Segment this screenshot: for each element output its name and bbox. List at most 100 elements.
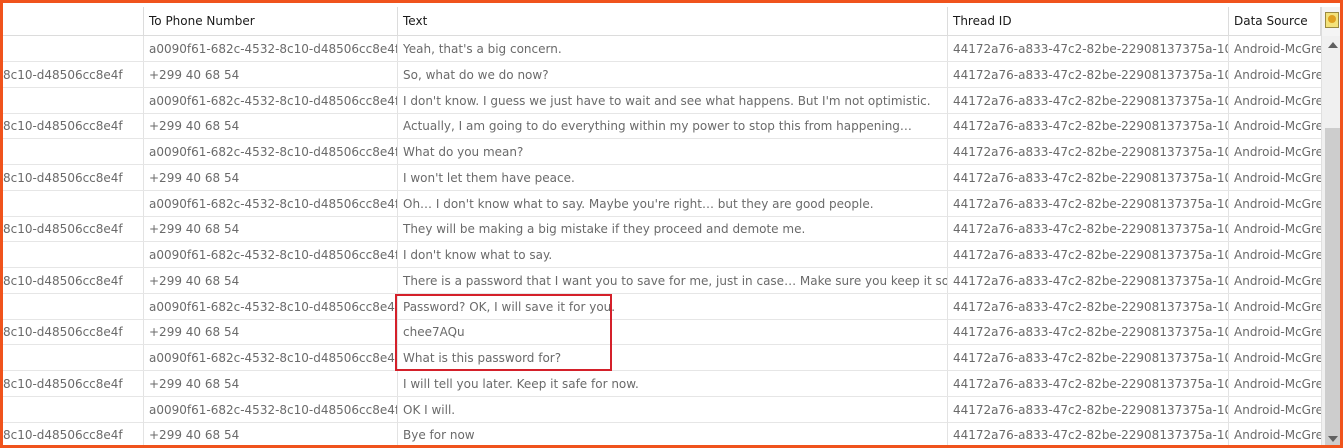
table-row[interactable]: a0090f61-682c-4532-8c10-d48506cc8e4f What… (3, 345, 1321, 371)
cell-text: What is this password for? (398, 345, 948, 370)
arrow-down-icon[interactable] (1328, 436, 1338, 442)
cell-to-phone-number: +299 40 68 54 (144, 164, 398, 190)
cell-from (3, 36, 144, 61)
messages-grid: To Phone Number Text Thread ID Data Sour… (3, 7, 1321, 445)
cell-from-text: 2-8c10-d48506cc8e4f (3, 119, 123, 134)
cell-data-source: Android-McGree (1234, 170, 1321, 185)
cell-thread-id: 44172a76-a833-47c2-82be-22908137375a-10 (948, 293, 1229, 319)
cell-to-phone-number: a0090f61-682c-4532-8c10-d48506cc8e4f (144, 139, 398, 164)
table-row[interactable]: a0090f61-682c-4532-8c10-d48506cc8e4f I do… (3, 87, 1321, 114)
cell-to-phone-number: a0090f61-682c-4532-8c10-d48506cc8e4f (144, 190, 398, 216)
cell-to-phone-number: a0090f61-682c-4532-8c10-d48506cc8e4f (144, 36, 398, 61)
cell-data-source: Android-McGree (1234, 273, 1321, 288)
cell-from: 2-8c10-d48506cc8e4f (3, 113, 144, 139)
cell-to-phone-number: a0090f61-682c-4532-8c10-d48506cc8e4f (144, 293, 398, 319)
column-header-text[interactable]: Text (398, 7, 948, 35)
cell-text: Oh… I don't know what to say. Maybe you'… (398, 190, 948, 216)
cell-text: Bye for now (398, 422, 948, 445)
table-row[interactable]: a0090f61-682c-4532-8c10-d48506cc8e4f What… (3, 139, 1321, 165)
table-row[interactable]: 2-8c10-d48506cc8e4f +299 40 68 54 Actually… (3, 113, 1321, 140)
cell-thread-id: 44172a76-a833-47c2-82be-22908137375a-10 (948, 190, 1229, 216)
cell-to-phone-number: +299 40 68 54 (144, 422, 398, 445)
cell-to-phone-number: +299 40 68 54 (144, 370, 398, 396)
arrow-up-icon[interactable] (1328, 42, 1338, 48)
cell-text: chee7AQu (398, 319, 948, 345)
table-row[interactable]: a0090f61-682c-4532-8c10-d48506cc8e4f Pass… (3, 293, 1321, 320)
cell-from: 2-8c10-d48506cc8e4f (3, 216, 144, 242)
cell-text: I won't let them have peace. (398, 164, 948, 190)
cell-from: 2-8c10-d48506cc8e4f (3, 370, 144, 396)
table-row[interactable]: 2-8c10-d48506cc8e4f +299 40 68 54 Bye for … (3, 422, 1321, 445)
cell-to-phone-number: +299 40 68 54 (144, 319, 398, 345)
cell-data-source: Android-McGree (1234, 248, 1321, 262)
cell-thread-id: 44172a76-a833-47c2-82be-22908137375a-10 (948, 36, 1229, 61)
cell-thread-id: 44172a76-a833-47c2-82be-22908137375a-10 (948, 319, 1229, 345)
cell-thread-id: 44172a76-a833-47c2-82be-22908137375a-10 (948, 216, 1229, 242)
cell-data-source: Android-McGree (1234, 402, 1321, 417)
cell-data-source: Android-McGree (1234, 119, 1321, 134)
cell-text: OK I will. (398, 396, 948, 422)
table-row[interactable]: a0090f61-682c-4532-8c10-d48506cc8e4f Yeah… (3, 36, 1321, 62)
cell-text: I don't know. I guess we just have to wa… (398, 87, 948, 113)
cell-data-source: Android-McGree (1234, 42, 1321, 56)
cell-thread-id: 44172a76-a833-47c2-82be-22908137375a-10 (948, 267, 1229, 293)
cell-text: Yeah, that's a big concern. (398, 36, 948, 61)
cell-to-phone-number: a0090f61-682c-4532-8c10-d48506cc8e4f (144, 87, 398, 113)
table-row[interactable]: 2-8c10-d48506cc8e4f +299 40 68 54 There is… (3, 267, 1321, 294)
cell-to-phone-number: a0090f61-682c-4532-8c10-d48506cc8e4f (144, 242, 398, 267)
cell-from-text: 2-8c10-d48506cc8e4f (3, 376, 123, 391)
cell-to-phone-number: +299 40 68 54 (144, 61, 398, 87)
cell-thread-id: 44172a76-a833-47c2-82be-22908137375a-10 (948, 242, 1229, 267)
cell-data-source: Android-McGree (1234, 196, 1321, 211)
table-row[interactable]: a0090f61-682c-4532-8c10-d48506cc8e4f OK I… (3, 396, 1321, 423)
cell-thread-id: 44172a76-a833-47c2-82be-22908137375a-10 (948, 61, 1229, 87)
cell-data-source: Android-McGree (1234, 325, 1321, 340)
cell-from-text: 2-8c10-d48506cc8e4f (3, 222, 123, 237)
cell-from: 2-8c10-d48506cc8e4f (3, 267, 144, 293)
table-row[interactable]: 2-8c10-d48506cc8e4f +299 40 68 54 I won't … (3, 164, 1321, 191)
table-row[interactable]: 2-8c10-d48506cc8e4f +299 40 68 54 chee7AQu… (3, 319, 1321, 346)
table-row[interactable]: a0090f61-682c-4532-8c10-d48506cc8e4f I do… (3, 242, 1321, 268)
column-header-thread-id[interactable]: Thread ID (948, 7, 1229, 35)
cell-to-phone-number: a0090f61-682c-4532-8c10-d48506cc8e4f (144, 396, 398, 422)
cell-thread-id: 44172a76-a833-47c2-82be-22908137375a-10 (948, 396, 1229, 422)
header-row: To Phone Number Text Thread ID Data Sour… (3, 7, 1321, 36)
cell-from: 2-8c10-d48506cc8e4f (3, 61, 144, 87)
cell-thread-id: 44172a76-a833-47c2-82be-22908137375a-10 (948, 113, 1229, 139)
cell-thread-id: 44172a76-a833-47c2-82be-22908137375a-10 (948, 139, 1229, 164)
cell-thread-id: 44172a76-a833-47c2-82be-22908137375a-10 (948, 345, 1229, 370)
cell-to-phone-number: +299 40 68 54 (144, 267, 398, 293)
cell-thread-id: 44172a76-a833-47c2-82be-22908137375a-10 (948, 164, 1229, 190)
column-chooser-button[interactable] (1321, 7, 1340, 36)
cell-text: Actually, I am going to do everything wi… (398, 113, 948, 139)
scrollbar-thumb[interactable] (1325, 128, 1340, 445)
vertical-scrollbar[interactable] (1321, 36, 1340, 445)
column-chooser-icon (1325, 12, 1339, 28)
cell-text: I don't know what to say. (398, 242, 948, 267)
cell-thread-id: 44172a76-a833-47c2-82be-22908137375a-10 (948, 370, 1229, 396)
table-row[interactable]: 2-8c10-d48506cc8e4f +299 40 68 54 I will t… (3, 370, 1321, 397)
cell-data-source: Android-McGree (1234, 67, 1321, 82)
cell-from (3, 345, 144, 370)
cell-text: There is a password that I want you to s… (398, 267, 948, 293)
column-header-from[interactable] (3, 7, 144, 35)
cell-from-text: 2-8c10-d48506cc8e4f (3, 428, 123, 443)
column-header-to-phone-number[interactable]: To Phone Number (144, 7, 398, 35)
table-row[interactable]: 2-8c10-d48506cc8e4f +299 40 68 54 So, what… (3, 61, 1321, 88)
cell-from-text: 2-8c10-d48506cc8e4f (3, 325, 123, 340)
cell-from-text: 2-8c10-d48506cc8e4f (3, 170, 123, 185)
table-row[interactable]: a0090f61-682c-4532-8c10-d48506cc8e4f Oh… … (3, 190, 1321, 217)
cell-from (3, 139, 144, 164)
cell-to-phone-number: +299 40 68 54 (144, 216, 398, 242)
cell-text: So, what do we do now? (398, 61, 948, 87)
cell-from (3, 87, 144, 113)
cell-text: What do you mean? (398, 139, 948, 164)
column-header-data-source[interactable]: Data Source (1229, 7, 1321, 35)
cell-from (3, 242, 144, 267)
cell-from: 2-8c10-d48506cc8e4f (3, 319, 144, 345)
cell-from (3, 396, 144, 422)
table-row[interactable]: 2-8c10-d48506cc8e4f +299 40 68 54 They wil… (3, 216, 1321, 243)
cell-text: They will be making a big mistake if the… (398, 216, 948, 242)
cell-to-phone-number: +299 40 68 54 (144, 113, 398, 139)
cell-from-text: 2-8c10-d48506cc8e4f (3, 67, 123, 82)
